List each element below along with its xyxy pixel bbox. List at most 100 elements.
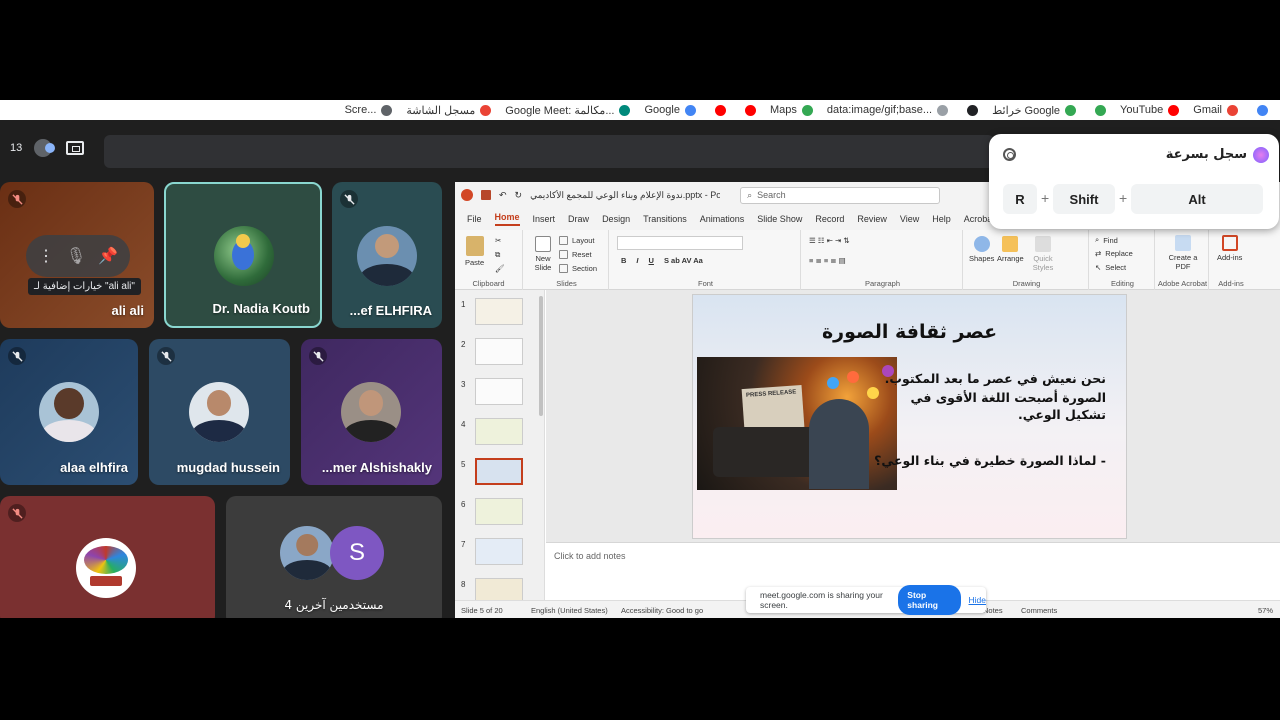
bookmark-favicon-icon <box>967 104 979 116</box>
powerpoint-window: ↶ ↻ ندوة الإعلام وبناء الوعي للمجمع الأك… <box>455 182 1280 618</box>
new-slide-button[interactable]: New Slide <box>531 236 555 272</box>
save-icon[interactable] <box>481 190 491 200</box>
cut-icon[interactable]: ✂ <box>495 236 501 245</box>
bookmark-item[interactable]: مسجل الشاشة <box>406 104 492 117</box>
plus-sign: + <box>1041 190 1050 206</box>
share-banner-text: meet.google.com is sharing your screen. <box>760 590 883 610</box>
bookmark-item[interactable]: خرائط Google <box>992 104 1077 117</box>
format-painter-icon[interactable]: 🖌 <box>495 264 505 273</box>
bookmark-item[interactable] <box>1252 104 1268 116</box>
more-options-tooltip: خيارات إضافية لـ "ali ali" <box>28 278 141 295</box>
replace-button[interactable]: ⇄ Replace <box>1095 249 1133 258</box>
participant-tile-ali-ali[interactable]: ⋮ 🎙 📌 خيارات إضافية لـ "ali ali" ali ali <box>0 182 154 328</box>
find-button[interactable]: ⌕ Find <box>1095 235 1118 245</box>
bookmark-item[interactable]: data:image/gif;base... <box>826 104 949 116</box>
avatar <box>214 226 274 286</box>
bookmark-item[interactable] <box>962 104 979 116</box>
tab-file[interactable]: File <box>467 214 482 224</box>
copy-icon[interactable]: ⧉ <box>495 250 500 260</box>
participant-tile-logo[interactable] <box>0 496 215 618</box>
bookmark-item[interactable]: Gmail <box>1193 104 1238 116</box>
add-ins-button[interactable]: Add-ins <box>1217 235 1242 262</box>
meet-search-bar[interactable] <box>104 135 994 168</box>
bookmark-item[interactable]: YouTube <box>1120 104 1180 116</box>
more-options-icon[interactable]: ⋮ <box>38 246 54 266</box>
tab-help[interactable]: Help <box>932 214 951 224</box>
bookmark-label: خرائط Google <box>992 104 1061 117</box>
participant-name: Dr. Nadia Koutb <box>212 301 310 316</box>
participant-tile-alaa-elhfira[interactable]: alaa elhfira <box>0 339 138 485</box>
undo-icon[interactable]: ↶ <box>499 190 507 201</box>
paste-button[interactable]: Paste <box>465 236 484 267</box>
create-pdf-button[interactable]: Create a PDF <box>1167 235 1199 271</box>
participant-count-chip[interactable]: 13 <box>4 137 56 159</box>
key-shift: Shift <box>1053 184 1115 214</box>
participant-tile-mugdad-hussein[interactable]: mugdad hussein <box>149 339 290 485</box>
tile-hover-controls: ⋮ 🎙 📌 <box>26 235 130 277</box>
select-button[interactable]: ↖ Select <box>1095 263 1126 272</box>
font-name-select[interactable] <box>617 236 743 250</box>
arrange-button[interactable]: Arrange <box>997 236 1024 263</box>
mute-participant-icon[interactable]: 🎙 <box>66 246 86 266</box>
tab-slide-show[interactable]: Slide Show <box>757 214 802 224</box>
tab-review[interactable]: Review <box>857 214 887 224</box>
slide-thumbnail[interactable] <box>475 418 523 445</box>
bookmark-label: data:image/gif;base... <box>826 104 933 116</box>
tab-design[interactable]: Design <box>602 214 630 224</box>
comments-toggle[interactable]: Comments <box>1021 606 1057 615</box>
tab-draw[interactable]: Draw <box>568 214 589 224</box>
list-buttons[interactable]: ☰ ☷ ⇤ ⇥ ⇅ <box>809 236 850 245</box>
bookmark-item[interactable]: Scre... <box>345 104 393 116</box>
participant-name: ...ef ELHFIRA <box>349 303 432 318</box>
participant-tile-alshishakly[interactable]: ...mer Alshishakly <box>301 339 442 485</box>
pin-icon[interactable]: 📌 <box>98 246 118 266</box>
thumbnail-scrollbar[interactable] <box>539 296 543 416</box>
bookmark-item[interactable]: Maps <box>770 104 813 116</box>
font-format-buttons[interactable]: B I U S ab AV Aa <box>621 256 703 265</box>
align-buttons[interactable]: ≡ ≣ ≡ ≣ ▤ <box>809 256 846 265</box>
participant-tile-others[interactable]: S 4 مستخدمين آخرين <box>226 496 442 618</box>
tab-view[interactable]: View <box>900 214 919 224</box>
quick-styles-button[interactable]: Quick Styles <box>1029 236 1057 272</box>
slide-thumbnail[interactable] <box>475 538 523 565</box>
present-screen-icon[interactable] <box>66 141 84 155</box>
slide-thumbnail[interactable] <box>475 458 523 485</box>
ribbon: Paste ✂ ⧉ 🖌 Clipboard New Slide Layout R… <box>455 230 1280 290</box>
language-indicator[interactable]: English (United States) <box>531 606 608 615</box>
press-release-text: PRESS RELEASE <box>745 389 797 399</box>
tab-home[interactable]: Home <box>494 212 520 226</box>
stop-sharing-button[interactable]: Stop sharing <box>898 585 961 615</box>
hide-banner-link[interactable]: Hide <box>969 595 986 605</box>
slide-thumbnails: 1 2 3 4 5 6 7 8 <box>455 290 545 605</box>
current-slide[interactable]: عصر ثقافة الصورة PRESS RELEASE نحن نعيش … <box>692 294 1127 539</box>
slide-thumbnail[interactable] <box>475 298 523 325</box>
bookmark-item[interactable]: Google Meet: مكالمة... <box>505 104 631 117</box>
participant-tile-elhfira[interactable]: ...ef ELHFIRA <box>332 182 442 328</box>
accessibility-status[interactable]: Accessibility: Good to go <box>621 606 703 615</box>
section-button[interactable]: Section <box>559 264 597 273</box>
slide-thumbnail[interactable] <box>475 498 523 525</box>
bookmark-item[interactable]: Google <box>644 104 696 116</box>
layout-button[interactable]: Layout <box>559 236 595 245</box>
zoom-level[interactable]: 57% <box>1258 606 1273 615</box>
tab-record[interactable]: Record <box>815 214 844 224</box>
bookmark-label: Google Meet: مكالمة... <box>505 104 615 117</box>
avatar <box>280 526 334 580</box>
avatar <box>39 382 99 442</box>
bookmark-favicon-icon <box>619 104 631 116</box>
participant-tile-nadia-koutb[interactable]: Dr. Nadia Koutb <box>164 182 322 328</box>
ppt-search-box[interactable]: ⌕ Search <box>740 186 941 204</box>
bookmark-item[interactable] <box>710 104 726 116</box>
slide-thumbnail[interactable] <box>475 378 523 405</box>
slide-counter: Slide 5 of 20 <box>461 606 503 615</box>
tab-transitions[interactable]: Transitions <box>643 214 687 224</box>
shapes-button[interactable]: Shapes <box>969 236 994 263</box>
tab-insert[interactable]: Insert <box>533 214 556 224</box>
reset-button[interactable]: Reset <box>559 250 592 259</box>
bookmark-item[interactable] <box>740 104 756 116</box>
tab-animations[interactable]: Animations <box>700 214 745 224</box>
settings-icon[interactable] <box>1003 148 1016 161</box>
redo-icon[interactable]: ↻ <box>515 190 523 201</box>
slide-thumbnail[interactable] <box>475 338 523 365</box>
bookmark-item[interactable] <box>1090 104 1107 116</box>
